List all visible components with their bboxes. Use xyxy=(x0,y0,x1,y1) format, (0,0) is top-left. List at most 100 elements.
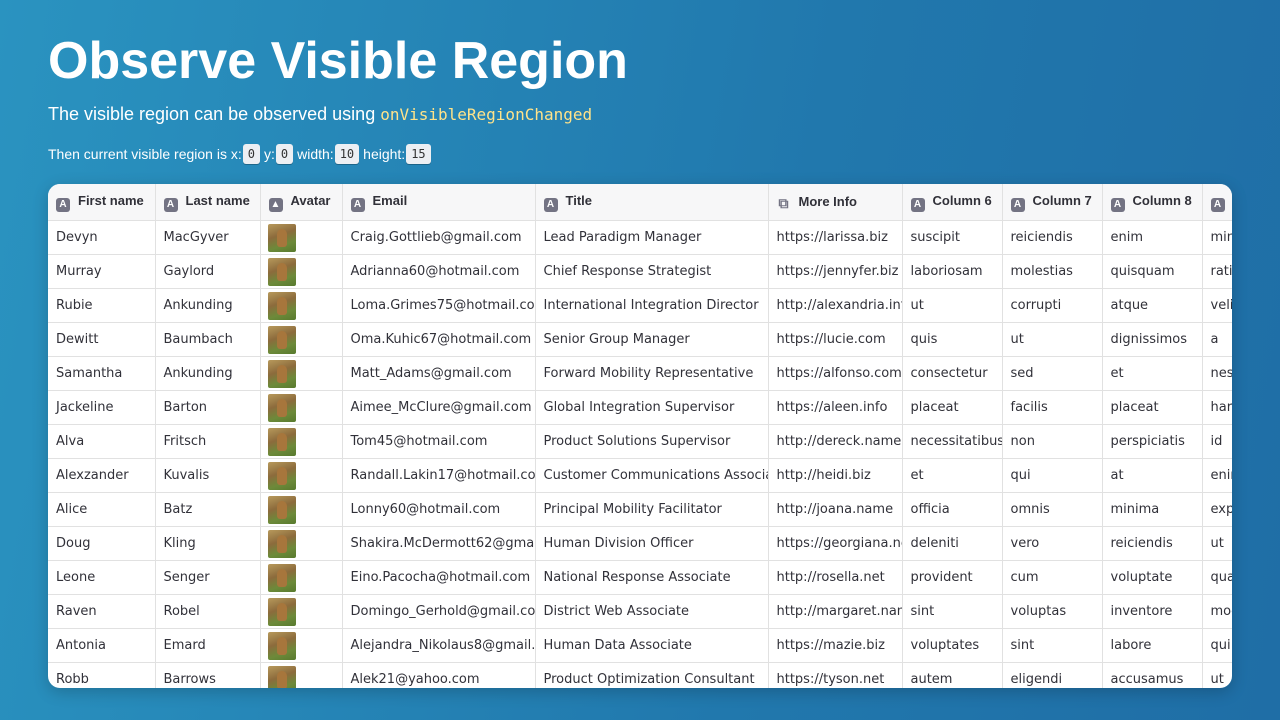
table-cell[interactable]: https://lucie.com xyxy=(768,322,903,357)
column-header[interactable]: A Column 8 xyxy=(1102,184,1203,221)
avatar-cell[interactable] xyxy=(260,560,343,595)
table-cell[interactable]: inventore xyxy=(1102,594,1203,629)
table-cell[interactable]: Tom45@hotmail.com xyxy=(342,424,536,459)
table-cell[interactable]: https://larissa.biz xyxy=(768,220,903,255)
table-cell[interactable]: perspiciatis xyxy=(1102,424,1203,459)
table-cell[interactable]: Eino.Pacocha@hotmail.com xyxy=(342,560,536,595)
table-cell[interactable]: et xyxy=(1102,356,1203,391)
table-cell[interactable]: https://aleen.info xyxy=(768,390,903,425)
table-cell[interactable]: Customer Communications Associate xyxy=(535,458,769,493)
table-cell[interactable]: Human Division Officer xyxy=(535,526,769,561)
column-header[interactable]: A Column 6 xyxy=(902,184,1003,221)
table-cell[interactable]: min xyxy=(1202,220,1232,255)
table-row[interactable]: Samantha Ankunding Matt_Adams@gmail.com For… xyxy=(48,356,1232,391)
table-cell[interactable]: Principal Mobility Facilitator xyxy=(535,492,769,527)
table-cell[interactable]: ut xyxy=(1002,322,1103,357)
table-cell[interactable]: Antonia xyxy=(48,628,156,663)
avatar-cell[interactable] xyxy=(260,254,343,289)
column-header[interactable]: A Column 7 xyxy=(1002,184,1103,221)
table-cell[interactable]: Barton xyxy=(155,390,261,425)
avatar-cell[interactable] xyxy=(260,628,343,663)
table-cell[interactable]: ratio xyxy=(1202,254,1232,289)
column-header[interactable]: A Last name xyxy=(155,184,261,221)
table-cell[interactable]: Product Optimization Consultant xyxy=(535,662,769,688)
table-cell[interactable]: MacGyver xyxy=(155,220,261,255)
table-cell[interactable]: reiciendis xyxy=(1002,220,1103,255)
table-cell[interactable]: Kuvalis xyxy=(155,458,261,493)
table-cell[interactable]: eligendi xyxy=(1002,662,1103,688)
table-cell[interactable]: http://dereck.name xyxy=(768,424,903,459)
table-cell[interactable]: quis xyxy=(902,322,1003,357)
table-cell[interactable]: Craig.Gottlieb@gmail.com xyxy=(342,220,536,255)
table-cell[interactable]: Alek21@yahoo.com xyxy=(342,662,536,688)
table-cell[interactable]: http://rosella.net xyxy=(768,560,903,595)
table-row[interactable]: Jackeline Barton Aimee_McClure@gmail.com Gl… xyxy=(48,390,1232,425)
column-header[interactable]: A Title xyxy=(535,184,769,221)
table-cell[interactable]: Leone xyxy=(48,560,156,595)
column-header[interactable]: A xyxy=(1202,184,1232,221)
column-header[interactable]: A Email xyxy=(342,184,536,221)
table-row[interactable]: Raven Robel Domingo_Gerhold@gmail.com Distr… xyxy=(48,594,1232,629)
table-cell[interactable]: Emard xyxy=(155,628,261,663)
table-cell[interactable]: Doug xyxy=(48,526,156,561)
table-cell[interactable]: deleniti xyxy=(902,526,1003,561)
table-cell[interactable]: https://alfonso.com xyxy=(768,356,903,391)
table-cell[interactable]: vero xyxy=(1002,526,1103,561)
table-cell[interactable]: Alva xyxy=(48,424,156,459)
table-cell[interactable]: https://georgiana.net xyxy=(768,526,903,561)
table-cell[interactable]: corrupti xyxy=(1002,288,1103,323)
column-header[interactable]: ⧉ More Info xyxy=(768,184,903,221)
table-cell[interactable]: Forward Mobility Representative xyxy=(535,356,769,391)
table-cell[interactable]: omnis xyxy=(1002,492,1103,527)
table-cell[interactable]: Matt_Adams@gmail.com xyxy=(342,356,536,391)
table-cell[interactable]: minima xyxy=(1102,492,1203,527)
avatar-cell[interactable] xyxy=(260,424,343,459)
table-cell[interactable]: facilis xyxy=(1002,390,1103,425)
table-cell[interactable]: sint xyxy=(902,594,1003,629)
table-cell[interactable]: Loma.Grimes75@hotmail.com xyxy=(342,288,536,323)
table-cell[interactable]: Batz xyxy=(155,492,261,527)
table-cell[interactable]: https://jennyfer.biz xyxy=(768,254,903,289)
table-row[interactable]: Alexzander Kuvalis Randall.Lakin17@hotmail… xyxy=(48,458,1232,493)
table-cell[interactable]: Rubie xyxy=(48,288,156,323)
table-cell[interactable]: Oma.Kuhic67@hotmail.com xyxy=(342,322,536,357)
table-cell[interactable]: Baumbach xyxy=(155,322,261,357)
table-cell[interactable]: Jackeline xyxy=(48,390,156,425)
table-cell[interactable]: ut xyxy=(1202,662,1232,688)
table-cell[interactable]: enim xyxy=(1102,220,1203,255)
table-cell[interactable]: suscipit xyxy=(902,220,1003,255)
table-cell[interactable]: qui xyxy=(1202,628,1232,663)
table-row[interactable]: Leone Senger Eino.Pacocha@hotmail.com Natio… xyxy=(48,560,1232,595)
table-cell[interactable]: Dewitt xyxy=(48,322,156,357)
table-cell[interactable]: Senior Group Manager xyxy=(535,322,769,357)
table-cell[interactable]: Robel xyxy=(155,594,261,629)
table-cell[interactable]: https://tyson.net xyxy=(768,662,903,688)
table-cell[interactable]: et xyxy=(902,458,1003,493)
avatar-cell[interactable] xyxy=(260,492,343,527)
table-cell[interactable]: Domingo_Gerhold@gmail.com xyxy=(342,594,536,629)
table-cell[interactable]: Adrianna60@hotmail.com xyxy=(342,254,536,289)
table-cell[interactable]: velit xyxy=(1202,288,1232,323)
table-row[interactable]: Alice Batz Lonny60@hotmail.com Principal Mo… xyxy=(48,492,1232,527)
table-cell[interactable]: Murray xyxy=(48,254,156,289)
table-cell[interactable]: accusamus xyxy=(1102,662,1203,688)
table-cell[interactable]: consectetur xyxy=(902,356,1003,391)
table-cell[interactable]: Gaylord xyxy=(155,254,261,289)
table-cell[interactable]: Kling xyxy=(155,526,261,561)
table-cell[interactable]: non xyxy=(1002,424,1103,459)
table-cell[interactable]: quisquam xyxy=(1102,254,1203,289)
table-cell[interactable]: mod xyxy=(1202,594,1232,629)
table-cell[interactable]: Senger xyxy=(155,560,261,595)
table-row[interactable]: Rubie Ankunding Loma.Grimes75@hotmail.com I… xyxy=(48,288,1232,323)
table-cell[interactable]: autem xyxy=(902,662,1003,688)
table-cell[interactable]: enim xyxy=(1202,458,1232,493)
table-cell[interactable]: qua xyxy=(1202,560,1232,595)
table-cell[interactable]: Raven xyxy=(48,594,156,629)
table-cell[interactable]: placeat xyxy=(902,390,1003,425)
table-cell[interactable]: cum xyxy=(1002,560,1103,595)
table-cell[interactable]: Global Integration Supervisor xyxy=(535,390,769,425)
table-cell[interactable]: Alejandra_Nikolaus8@gmail.com xyxy=(342,628,536,663)
avatar-cell[interactable] xyxy=(260,288,343,323)
table-cell[interactable]: atque xyxy=(1102,288,1203,323)
table-cell[interactable]: sed xyxy=(1002,356,1103,391)
